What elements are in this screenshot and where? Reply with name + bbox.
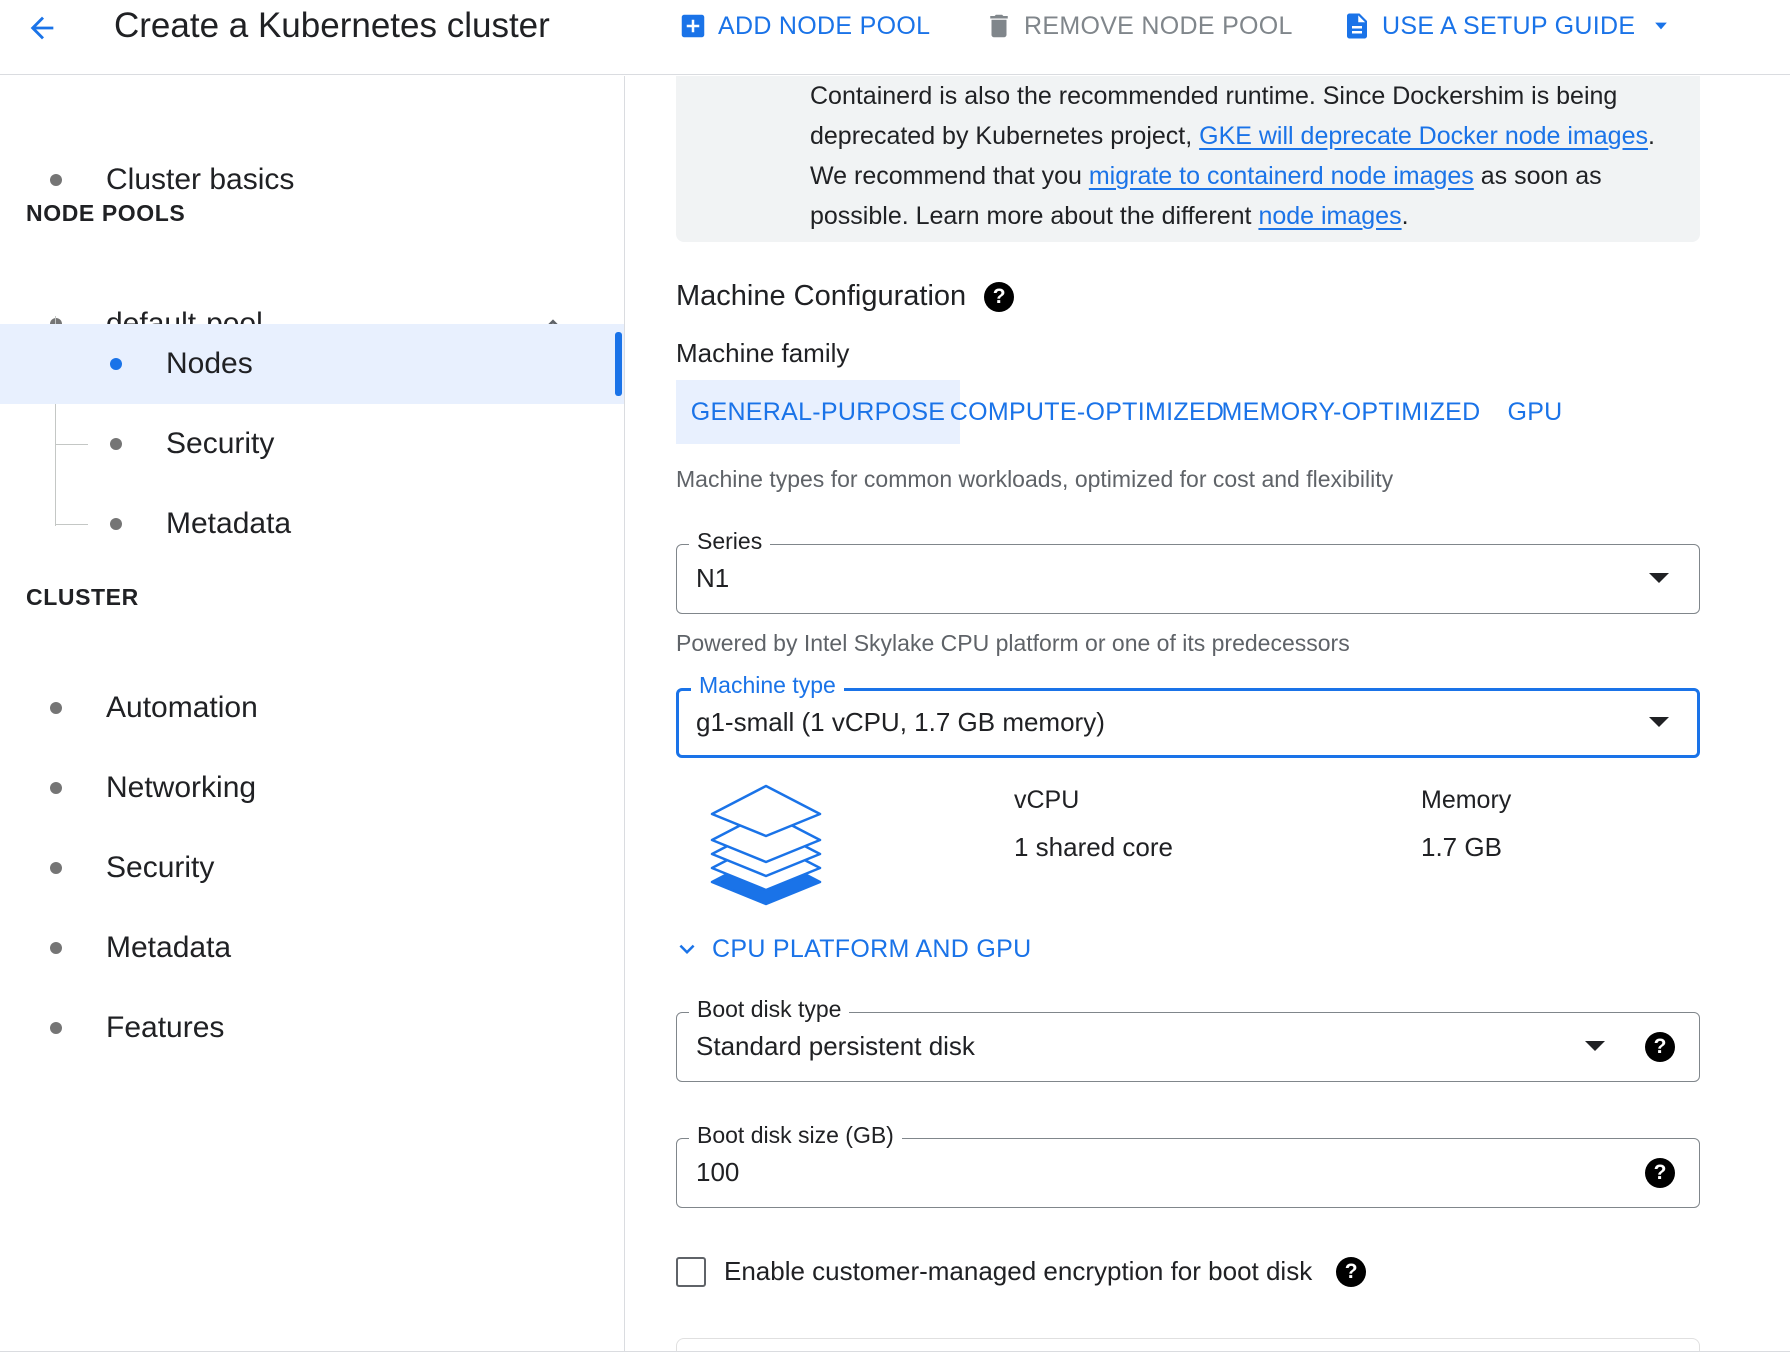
- node-pools-heading: NODE POOLS: [26, 200, 186, 226]
- active-indicator: [615, 332, 622, 396]
- bullet-icon: [50, 782, 62, 794]
- series-label: Series: [689, 528, 771, 555]
- series-helper: Powered by Intel Skylake CPU platform or…: [676, 630, 1350, 656]
- help-icon[interactable]: ?: [1645, 1158, 1675, 1188]
- vcpu-value: 1 shared core: [1014, 832, 1173, 862]
- cluster-heading: CLUSTER: [26, 584, 139, 610]
- dropdown-arrow-icon: [1649, 573, 1669, 583]
- sidebar-item-label: Metadata: [106, 931, 232, 964]
- info-callout: Containerd is also the recommended runti…: [676, 76, 1700, 242]
- next-section-box: [676, 1338, 1700, 1351]
- sidebar-item-label: Networking: [106, 771, 257, 804]
- document-icon: [1347, 13, 1367, 39]
- help-icon[interactable]: ?: [1336, 1256, 1367, 1287]
- info-text-part: .: [1401, 202, 1409, 230]
- bullet-icon: [50, 862, 62, 874]
- encryption-label: Enable customer-managed encryption for b…: [724, 1256, 1313, 1286]
- dropdown-arrow-icon: [1649, 717, 1669, 727]
- bullet-icon: [50, 942, 62, 954]
- machine-layers-icon: [710, 784, 822, 906]
- sidebar-item-automation[interactable]: Automation: [0, 668, 624, 748]
- trash-icon: [990, 14, 1008, 38]
- remove-node-pool-label: REMOVE NODE POOL: [1024, 11, 1293, 40]
- setup-guide-dropdown[interactable]: USE A SETUP GUIDE: [1342, 6, 1671, 46]
- node-images-link[interactable]: node images: [1258, 202, 1401, 230]
- machine-type-value: g1-small (1 vCPU, 1.7 GB memory): [696, 707, 1105, 737]
- boot-disk-size-input[interactable]: Boot disk size (GB) 100 ?: [676, 1122, 1700, 1208]
- migrate-containerd-link[interactable]: migrate to containerd node images: [1089, 162, 1474, 190]
- sidebar-item-label: Security: [106, 851, 215, 884]
- series-value: N1: [696, 563, 730, 593]
- top-app-bar: Create a Kubernetes cluster ADD NODE POO…: [0, 0, 1790, 75]
- machine-family-label: Machine family: [676, 338, 850, 368]
- info-text: Containerd is also the recommended runti…: [810, 76, 1690, 236]
- sidebar-item-nodes[interactable]: Nodes: [0, 324, 624, 404]
- encryption-option: Enable customer-managed encryption for b…: [676, 1256, 1367, 1287]
- sidebar-item-label: Nodes: [166, 347, 253, 380]
- encryption-checkbox[interactable]: [676, 1256, 706, 1287]
- boot-disk-type-select[interactable]: Boot disk type Standard persistent disk …: [676, 996, 1700, 1082]
- tab-general-purpose[interactable]: GENERAL-PURPOSE: [676, 380, 960, 444]
- back-arrow-icon[interactable]: [22, 8, 62, 48]
- vcpu-heading: vCPU: [1014, 786, 1080, 814]
- docker-deprecation-link[interactable]: GKE will deprecate Docker node images: [1199, 122, 1648, 150]
- boot-disk-type-label: Boot disk type: [689, 996, 850, 1023]
- sidebar-item-networking[interactable]: Networking: [0, 748, 624, 828]
- tab-memory-optimized[interactable]: MEMORY-OPTIMIZED: [1222, 380, 1481, 444]
- bullet-icon: [50, 702, 62, 714]
- main-content: Containerd is also the recommended runti…: [626, 76, 1790, 1351]
- machine-type-select[interactable]: Machine type g1-small (1 vCPU, 1.7 GB me…: [676, 672, 1700, 758]
- add-node-pool-button[interactable]: ADD NODE POOL: [678, 6, 930, 46]
- remove-node-pool-button[interactable]: REMOVE NODE POOL: [984, 6, 1293, 46]
- add-node-pool-label: ADD NODE POOL: [718, 11, 931, 40]
- sidebar-item-pool-metadata[interactable]: Metadata: [0, 484, 624, 564]
- bottom-divider: [0, 1351, 1790, 1352]
- machine-type-label: Machine type: [691, 672, 844, 699]
- boot-disk-type-value: Standard persistent disk: [696, 1031, 975, 1061]
- bullet-icon: [110, 358, 122, 370]
- tab-compute-optimized[interactable]: COMPUTE-OPTIMIZED: [950, 380, 1224, 444]
- add-box-icon: [681, 14, 705, 38]
- cpu-platform-label: CPU PLATFORM AND GPU: [712, 934, 1032, 963]
- series-select[interactable]: Series N1: [676, 528, 1700, 614]
- sidebar-item-label: Security: [166, 427, 275, 460]
- help-icon[interactable]: ?: [1645, 1032, 1675, 1062]
- sidebar-item-label: Metadata: [166, 507, 292, 540]
- bullet-icon: [50, 174, 62, 186]
- sidebar: Cluster basics NODE POOLS default-pool N…: [0, 76, 625, 1351]
- bullet-icon: [50, 1022, 62, 1034]
- help-icon[interactable]: ?: [984, 281, 1015, 312]
- sidebar-item-cluster-metadata[interactable]: Metadata: [0, 908, 624, 988]
- sidebar-item-label: Features: [106, 1011, 225, 1044]
- caret-down-icon: [1655, 22, 1668, 30]
- sidebar-item-features[interactable]: Features: [0, 988, 624, 1068]
- sidebar-item-label: Cluster basics: [106, 163, 295, 196]
- boot-disk-size-label: Boot disk size (GB): [689, 1122, 902, 1149]
- dropdown-arrow-icon: [1585, 1041, 1605, 1051]
- sidebar-item-cluster-security[interactable]: Security: [0, 828, 624, 908]
- sidebar-item-pool-security[interactable]: Security: [0, 404, 624, 484]
- boot-disk-size-value: 100: [696, 1157, 740, 1187]
- chevron-down-icon: [679, 944, 695, 954]
- machine-configuration-heading: Machine Configuration ?: [676, 280, 1015, 313]
- setup-guide-label: USE A SETUP GUIDE: [1382, 11, 1636, 40]
- memory-heading: Memory: [1421, 786, 1512, 814]
- bullet-icon: [110, 518, 122, 530]
- cpu-platform-expander[interactable]: CPU PLATFORM AND GPU: [672, 934, 1031, 964]
- section-title: Machine Configuration: [676, 280, 967, 312]
- sidebar-item-label: Automation: [106, 691, 258, 724]
- bullet-icon: [110, 438, 122, 450]
- page-title: Create a Kubernetes cluster: [114, 6, 550, 45]
- tab-gpu[interactable]: GPU: [1496, 380, 1574, 444]
- memory-value: 1.7 GB: [1421, 832, 1502, 862]
- machine-family-helper: Machine types for common workloads, opti…: [676, 466, 1394, 492]
